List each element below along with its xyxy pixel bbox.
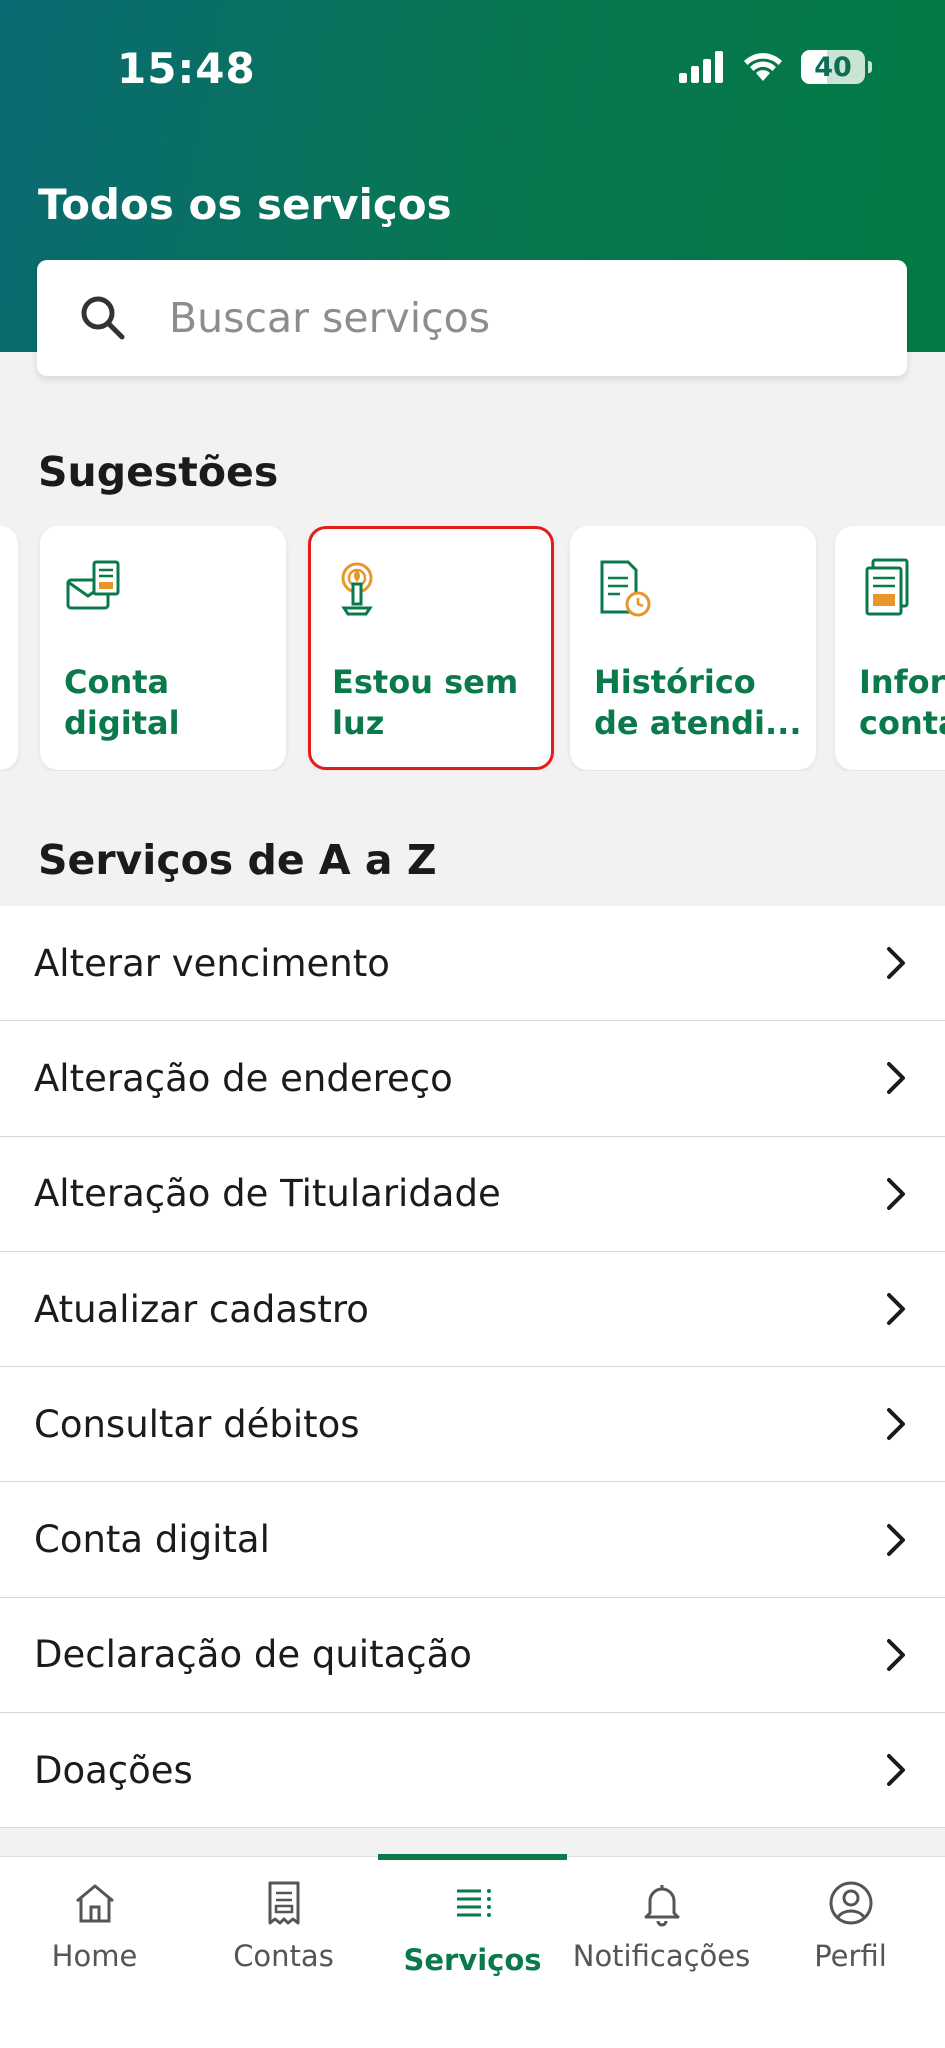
chevron-right-icon: [887, 1638, 905, 1671]
list-item[interactable]: Alterar vencimento: [0, 906, 945, 1022]
chevron-right-icon: [887, 1062, 905, 1095]
suggestion-label: Histórico de atendi...: [594, 663, 802, 742]
list-item-label: Alteração de Titularidade: [34, 1172, 501, 1216]
list-item[interactable]: Declaração de quitação: [0, 1598, 945, 1714]
chevron-right-icon: [887, 1523, 905, 1556]
suggestion-card-estou-sem-luz[interactable]: Estou sem luz: [308, 526, 554, 770]
services-list-icon: [456, 1889, 491, 1917]
chevron-right-icon: [887, 1293, 905, 1326]
list-item[interactable]: Alteração de Titularidade: [0, 1137, 945, 1252]
page-title: Todos os serviços: [38, 180, 452, 229]
list-item[interactable]: Consultar débitos: [0, 1367, 945, 1483]
bell-icon: [644, 1885, 679, 1927]
user-circle-icon: [829, 1881, 872, 1925]
tab-contas[interactable]: Contas: [189, 1857, 378, 2007]
list-item-label: Atualizar cadastro: [34, 1287, 369, 1331]
list-item-label: Alterar vencimento: [34, 941, 390, 985]
tab-label: Perfil: [814, 1939, 887, 1973]
tab-notificacoes[interactable]: Notificações: [567, 1857, 756, 2007]
suggestion-card-historico[interactable]: Histórico de atendi...: [570, 526, 816, 770]
tab-servicos[interactable]: Serviços: [378, 1857, 567, 2007]
list-item-label: Conta digital: [34, 1518, 270, 1562]
home-icon: [75, 1884, 114, 1923]
tab-label: Contas: [233, 1939, 334, 1973]
invoice-icon: [865, 558, 909, 616]
list-item[interactable]: Atualizar cadastro: [0, 1252, 945, 1368]
suggestion-card-informacoes-conta[interactable]: Infor conta: [835, 526, 945, 770]
search-bar[interactable]: [37, 260, 907, 376]
battery-level: 40: [814, 51, 852, 83]
list-item[interactable]: Conta digital: [0, 1482, 945, 1598]
list-item-label: Alteração de endereço: [34, 1056, 453, 1100]
services-list: Alterar vencimento Alteração de endereço…: [0, 906, 945, 1829]
suggestions-title: Sugestões: [38, 448, 279, 496]
tab-perfil[interactable]: Perfil: [756, 1857, 945, 2007]
suggestion-label: Conta digital: [64, 663, 180, 742]
search-input[interactable]: [169, 294, 869, 342]
list-item-label: Declaração de quitação: [34, 1633, 472, 1677]
chevron-right-icon: [887, 1177, 905, 1210]
suggestions-carousel[interactable]: Conta digital Estou sem luz Histórico de…: [0, 526, 945, 771]
tab-home[interactable]: Home: [0, 1857, 189, 2007]
tab-label: Notificações: [572, 1939, 751, 1973]
candle-icon: [341, 562, 373, 616]
status-time: 15:48: [117, 44, 256, 93]
suggestion-label: Infor conta: [859, 663, 945, 742]
tab-label: Home: [51, 1939, 138, 1973]
chevron-right-icon: [887, 947, 905, 980]
chevron-right-icon: [887, 1754, 905, 1787]
suggestion-label: Estou sem luz: [332, 663, 519, 742]
envelope-bill-icon: [66, 560, 120, 610]
list-item-label: Doações: [34, 1748, 193, 1792]
chevron-right-icon: [887, 1408, 905, 1441]
wifi-icon: [744, 53, 782, 81]
suggestion-card-previous[interactable]: [0, 526, 18, 770]
suggestion-card-conta-digital[interactable]: Conta digital: [40, 526, 286, 770]
bottom-tab-bar: Home Contas Serviços Notificações Perfil: [0, 1854, 945, 2048]
status-icons: 40: [679, 50, 872, 84]
battery-indicator: 40: [801, 50, 872, 84]
services-az-title: Serviços de A a Z: [38, 836, 437, 884]
signal-icon: [679, 51, 723, 83]
search-icon: [81, 296, 125, 340]
list-item[interactable]: Alteração de endereço: [0, 1021, 945, 1137]
tab-label: Serviços: [403, 1943, 542, 1977]
document-clock-icon: [600, 560, 651, 617]
list-item-label: Consultar débitos: [34, 1402, 360, 1446]
receipt-icon: [268, 1881, 299, 1925]
list-item[interactable]: Doações: [0, 1713, 945, 1829]
